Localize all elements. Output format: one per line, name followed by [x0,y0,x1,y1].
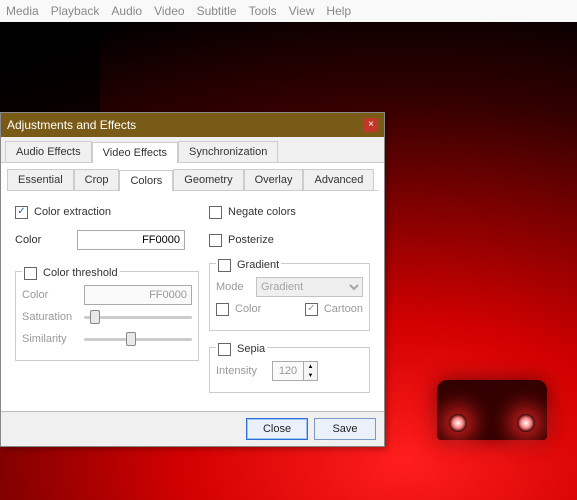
saturation-label: Saturation [22,311,78,323]
video-area: Adjustments and Effects × Audio Effects … [0,22,577,500]
gradient-color-label: Color [235,303,299,315]
tabs-sub: Essential Crop Colors Geometry Overlay A… [7,169,378,191]
similarity-label: Similarity [22,333,78,345]
colors-panel: ✓ Color extraction Color Color threshold [7,191,378,411]
menu-media[interactable]: Media [6,4,39,18]
gradient-mode-select[interactable]: Gradient [256,277,363,297]
gradient-checkbox[interactable] [218,259,231,272]
color-threshold-label: Color threshold [43,267,118,279]
posterize-label: Posterize [228,234,274,246]
menu-video[interactable]: Video [154,4,184,18]
spinner-down-icon[interactable]: ▼ [303,371,317,380]
sepia-label: Sepia [237,343,265,355]
gradient-cartoon-label: Cartoon [324,303,363,315]
effects-dialog: Adjustments and Effects × Audio Effects … [0,112,385,447]
tabs-main: Audio Effects Video Effects Synchronizat… [1,137,384,163]
spinner-up-icon[interactable]: ▲ [303,362,317,371]
save-button[interactable]: Save [314,418,376,440]
color-threshold-group: Color threshold Color Saturation [15,271,199,361]
gradient-group: Gradient Mode Gradient Color ✓ [209,263,370,331]
threshold-color-label: Color [22,289,78,301]
tab-colors[interactable]: Colors [119,170,173,191]
menu-audio[interactable]: Audio [111,4,142,18]
menu-subtitle[interactable]: Subtitle [197,4,237,18]
gradient-label: Gradient [237,259,279,271]
color-extraction-label: Color extraction [34,206,111,218]
gradient-cartoon-checkbox[interactable]: ✓ [305,303,318,316]
video-effects-panel: Essential Crop Colors Geometry Overlay A… [1,163,384,411]
dialog-title: Adjustments and Effects [7,118,136,132]
negate-label: Negate colors [228,206,296,218]
tab-overlay[interactable]: Overlay [244,169,304,190]
intensity-input[interactable] [273,362,303,380]
menu-view[interactable]: View [289,4,315,18]
tab-advanced[interactable]: Advanced [303,169,374,190]
tab-video-effects[interactable]: Video Effects [92,142,178,163]
menu-help[interactable]: Help [326,4,351,18]
color-extraction-input[interactable] [77,230,185,250]
close-button[interactable]: × [364,118,378,132]
close-dialog-button[interactable]: Close [246,418,308,440]
gradient-color-checkbox[interactable] [216,303,229,316]
similarity-slider[interactable] [84,330,192,348]
color-label: Color [15,234,71,246]
headlight-icon [449,414,467,432]
dialog-footer: Close Save [1,411,384,446]
left-column: ✓ Color extraction Color Color threshold [15,201,199,393]
menu-playback[interactable]: Playback [51,4,100,18]
saturation-slider[interactable] [84,308,192,326]
menu-tools[interactable]: Tools [249,4,277,18]
threshold-color-input[interactable] [84,285,192,305]
posterize-checkbox[interactable] [209,234,222,247]
gradient-mode-label: Mode [216,281,250,293]
tab-audio-effects[interactable]: Audio Effects [5,141,92,162]
headlight-icon [517,414,535,432]
tab-synchronization[interactable]: Synchronization [178,141,278,162]
sepia-group: Sepia Intensity ▲▼ [209,347,370,393]
tab-essential[interactable]: Essential [7,169,74,190]
color-threshold-checkbox[interactable] [24,267,37,280]
sepia-checkbox[interactable] [218,343,231,356]
car [437,380,547,440]
negate-checkbox[interactable] [209,206,222,219]
tab-crop[interactable]: Crop [74,169,120,190]
color-extraction-checkbox[interactable]: ✓ [15,206,28,219]
right-column: Negate colors Posterize Gradient Mode [209,201,370,393]
intensity-spinner[interactable]: ▲▼ [272,361,318,381]
intensity-label: Intensity [216,365,266,377]
titlebar[interactable]: Adjustments and Effects × [1,113,384,137]
menubar: Media Playback Audio Video Subtitle Tool… [0,0,577,22]
tab-geometry[interactable]: Geometry [173,169,243,190]
